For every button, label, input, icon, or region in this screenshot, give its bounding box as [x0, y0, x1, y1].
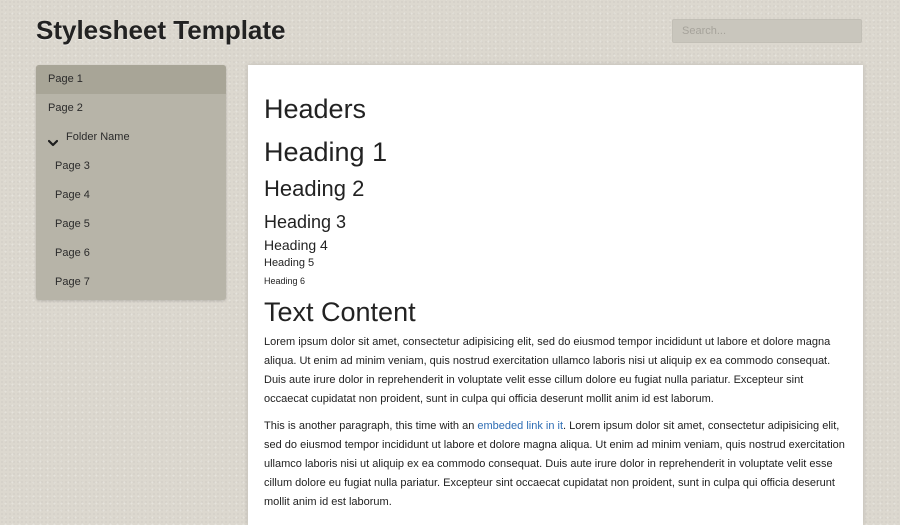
- heading-6: Heading 6: [264, 276, 306, 286]
- sidebar-item-page-4[interactable]: Page 4: [36, 181, 226, 210]
- sidebar-item-page-2[interactable]: Page 2: [36, 94, 226, 123]
- heading-2: Heading 2: [264, 176, 365, 201]
- search-input[interactable]: [672, 19, 862, 43]
- paragraph-2: This is another paragraph, this time wit…: [264, 417, 847, 512]
- sidebar-item-label: Page 3: [55, 160, 90, 172]
- sidebar-item-label: Page 5: [55, 218, 90, 230]
- sidebar-item-label: Page 7: [55, 276, 90, 288]
- paragraph-1: Lorem ipsum dolor sit amet, consectetur …: [264, 336, 831, 405]
- paragraph-2-text-after: . Lorem ipsum dolor sit amet, consectetu…: [264, 420, 845, 508]
- sidebar-item-label: Page 1: [48, 73, 83, 85]
- site-title: Stylesheet Template: [36, 15, 286, 45]
- embedded-link[interactable]: embeded link in it: [477, 420, 563, 432]
- section-title-headers: Headers: [264, 94, 367, 124]
- sidebar-item-page-1[interactable]: Page 1: [36, 65, 226, 94]
- sidebar-item-label: Page 6: [55, 247, 90, 259]
- sidebar-item-page-6[interactable]: Page 6: [36, 239, 226, 268]
- sidebar-folder-toggle[interactable]: Folder Name: [36, 123, 226, 152]
- sidebar-folder-label: Folder Name: [66, 131, 130, 143]
- heading-4: Heading 4: [264, 237, 328, 253]
- section-title-text-content: Text Content: [264, 297, 416, 327]
- sidebar-item-page-7[interactable]: Page 7: [36, 268, 226, 297]
- heading-5: Heading 5: [264, 257, 315, 269]
- sidebar-item-page-5[interactable]: Page 5: [36, 210, 226, 239]
- paragraph-2-text-before: This is another paragraph, this time wit…: [264, 420, 478, 432]
- main-content: Headers Heading 1 Heading 2 Heading 3 He…: [248, 65, 863, 525]
- sidebar-item-label: Page 2: [48, 102, 83, 114]
- sidebar-nav: Page 1 Page 2 Folder Name Page 3 Page 4 …: [36, 65, 226, 300]
- chevron-down-icon: [47, 131, 59, 146]
- sidebar-item-page-3[interactable]: Page 3: [36, 152, 226, 181]
- heading-1: Heading 1: [264, 137, 388, 167]
- heading-3: Heading 3: [264, 212, 347, 232]
- sidebar-item-label: Page 4: [55, 189, 90, 201]
